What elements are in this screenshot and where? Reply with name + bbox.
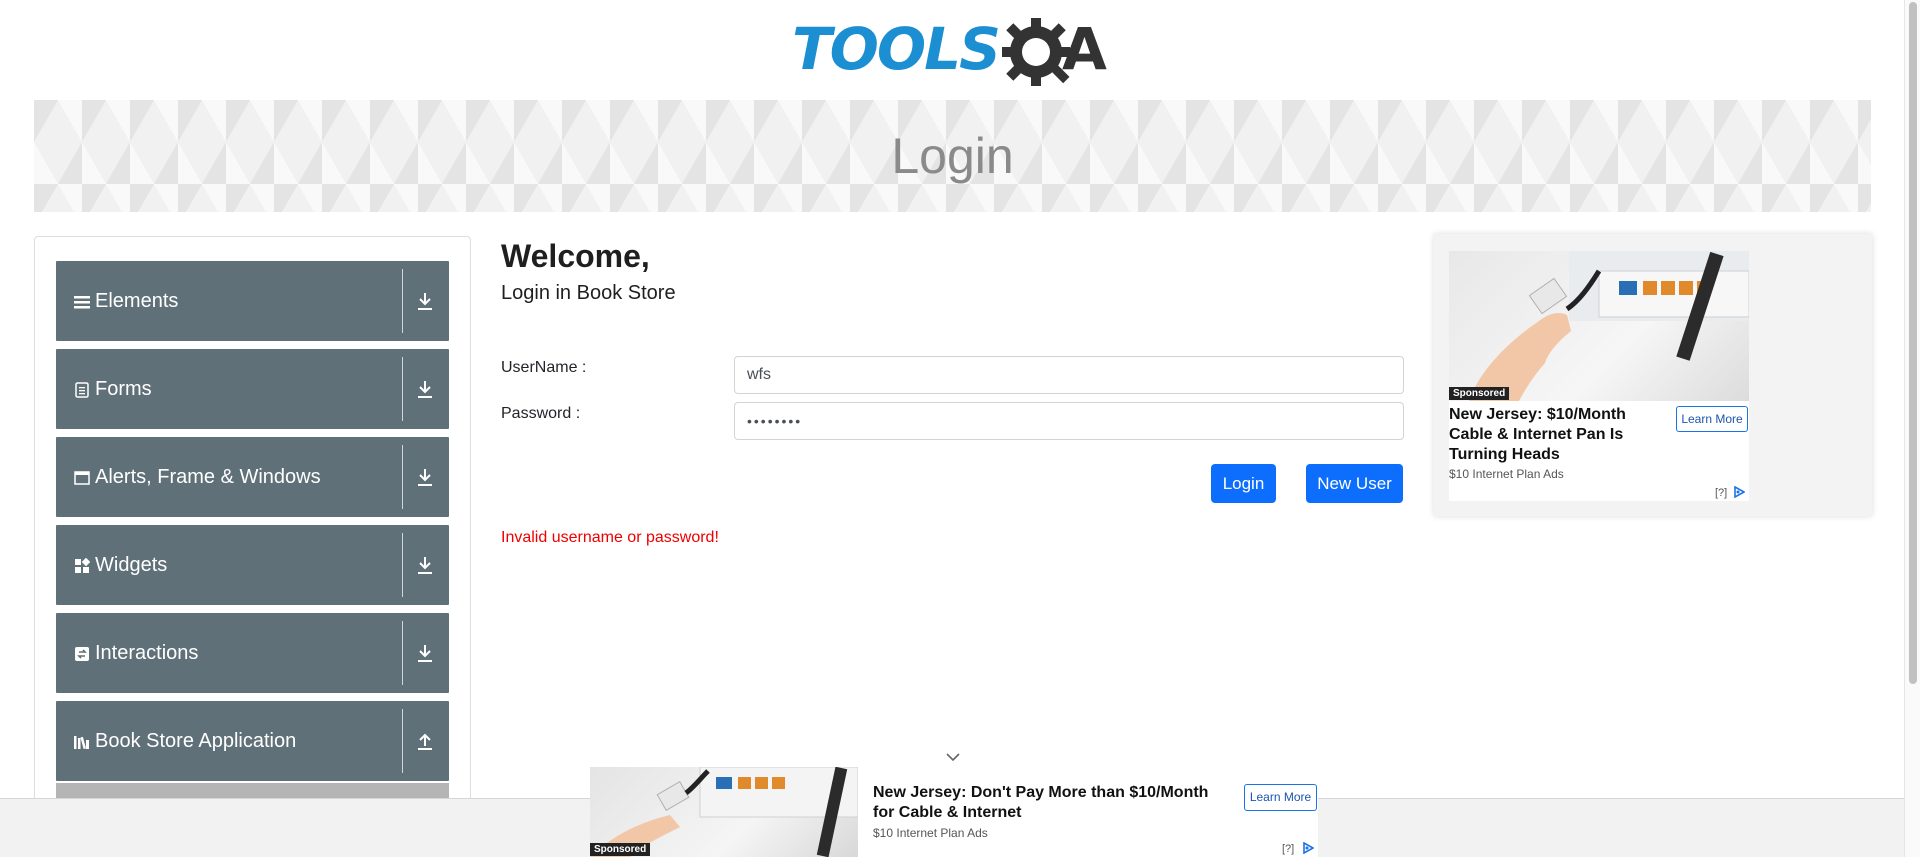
sidebar-group-interactions[interactable]: Interactions xyxy=(56,613,449,693)
download-arrow-icon[interactable] xyxy=(414,377,436,401)
ad-image[interactable]: Sponsored xyxy=(590,767,858,857)
sidebar-group-alerts[interactable]: Alerts, Frame & Windows xyxy=(56,437,449,517)
ad-title[interactable]: New Jersey: Don't Pay More than $10/Mont… xyxy=(873,783,1223,823)
login-subtitle: Login in Book Store xyxy=(501,282,676,304)
interactions-icon xyxy=(73,645,91,663)
adchoices-icon[interactable] xyxy=(1302,842,1314,854)
scrollbar-thumb[interactable] xyxy=(1909,2,1917,684)
sidebar-group-label: Alerts, Frame & Windows xyxy=(95,466,321,488)
page-title: Login xyxy=(891,128,1014,184)
ad-info[interactable]: [?] xyxy=(1282,843,1294,855)
sponsored-tag: Sponsored xyxy=(590,843,651,856)
download-arrow-icon[interactable] xyxy=(414,289,436,313)
welcome-heading: Welcome, xyxy=(501,238,650,274)
ad-source: $10 Internet Plan Ads xyxy=(1449,467,1564,481)
sidebar-group-widgets[interactable]: Widgets xyxy=(56,525,449,605)
ad-banner-bottom[interactable]: Sponsored New Jersey: Don't Pay More tha… xyxy=(590,767,1318,857)
divider xyxy=(402,269,403,333)
download-arrow-icon[interactable] xyxy=(414,641,436,665)
widgets-icon xyxy=(73,557,91,575)
logo-text: TOOLS xyxy=(792,15,1001,83)
sidebar-group-forms[interactable]: Forms xyxy=(56,349,449,429)
sidebar-group-label: Book Store Application xyxy=(95,730,297,752)
page-banner: Login xyxy=(34,100,1871,212)
divider xyxy=(402,357,403,421)
password-input[interactable]: •••••••• xyxy=(734,402,1404,440)
ad-info[interactable]: [?] xyxy=(1715,487,1727,499)
download-arrow-icon[interactable] xyxy=(414,553,436,577)
window-icon xyxy=(73,469,91,487)
books-icon xyxy=(73,733,91,751)
password-label: Password : xyxy=(501,405,581,422)
hamburger-icon xyxy=(73,293,91,311)
error-message: Invalid username or password! xyxy=(501,529,719,546)
sidebar: Elements Forms Alerts, Frame & Windows W… xyxy=(34,236,471,857)
learn-more-button[interactable]: Learn More xyxy=(1676,406,1748,432)
login-button[interactable]: Login xyxy=(1211,464,1276,503)
sidebar-group-book-store[interactable]: Book Store Application xyxy=(56,701,449,781)
ad-card[interactable]: Sponsored New Jersey: $10/Month Cable & … xyxy=(1449,251,1749,501)
learn-more-button[interactable]: Learn More xyxy=(1244,784,1317,811)
username-label: UserName : xyxy=(501,359,587,376)
divider xyxy=(402,709,403,773)
ad-image[interactable]: Sponsored xyxy=(1449,251,1749,401)
document-icon xyxy=(73,381,91,399)
sponsored-tag: Sponsored xyxy=(1449,387,1510,400)
ad-title[interactable]: New Jersey: $10/Month Cable & Internet P… xyxy=(1449,405,1639,465)
sidebar-group-label: Widgets xyxy=(95,554,168,576)
sidebar-group-elements[interactable]: Elements xyxy=(56,261,449,341)
upload-arrow-icon[interactable] xyxy=(414,729,436,753)
new-user-button[interactable]: New User xyxy=(1306,464,1403,503)
divider xyxy=(402,533,403,597)
toolsqa-logo[interactable]: TOOLS A xyxy=(792,14,1116,92)
download-arrow-icon[interactable] xyxy=(414,465,436,489)
divider xyxy=(402,445,403,509)
adchoices-icon[interactable] xyxy=(1733,486,1745,498)
username-input[interactable]: wfs xyxy=(734,356,1404,394)
logo-letter: A xyxy=(1062,15,1107,83)
sidebar-group-label: Elements xyxy=(95,290,179,312)
sidebar-group-label: Interactions xyxy=(95,642,199,664)
ad-source: $10 Internet Plan Ads xyxy=(873,826,988,840)
sidebar-group-label: Forms xyxy=(95,378,152,400)
ad-panel-right: Sponsored New Jersey: $10/Month Cable & … xyxy=(1434,234,1872,516)
page-scrollbar[interactable] xyxy=(1904,0,1920,857)
chevron-down-icon[interactable] xyxy=(944,750,962,764)
divider xyxy=(402,621,403,685)
